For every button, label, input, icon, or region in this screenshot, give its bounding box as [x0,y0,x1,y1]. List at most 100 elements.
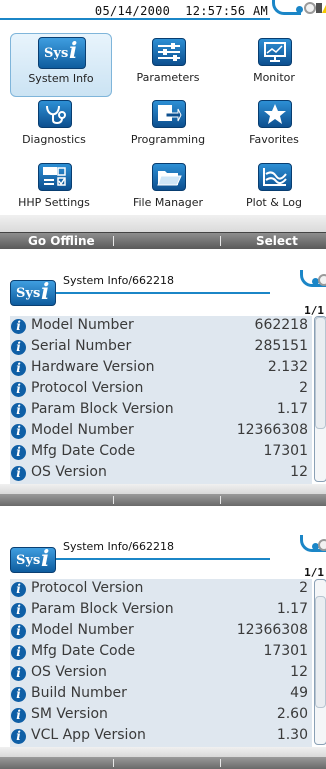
file-manager-icon [152,163,186,191]
item-value: 2.132 [267,359,308,375]
item-label: Build Number [31,685,127,701]
list-item[interactable]: i Protocol Version 2 [10,379,312,400]
info-icon: i [11,687,26,702]
tile-label: Favorites [249,133,299,146]
info-icon: i [11,466,26,481]
info-icon: i [11,403,26,418]
item-label: Param Block Version [31,601,174,617]
info-icon: i [11,319,26,334]
item-value: 1.30 [276,727,308,743]
status-icons [270,0,326,18]
tile-label: System Info [28,72,94,85]
list-item[interactable]: i Model Number 12366308 [10,421,312,442]
item-label: Mfg Date Code [31,443,136,459]
system-info-screen-2: Sys i System Info/662218 1/1 i Protocol V… [0,525,326,769]
item-value: 285151 [254,338,308,354]
main-menu-screen: 05/14/2000 12:57:56 AM Sys i System Info… [0,0,326,250]
scrollbar[interactable] [314,316,326,482]
softkey-bar [0,494,326,506]
tile-label: Parameters [136,71,200,84]
item-label: OS Version [31,464,107,480]
item-value: 2.60 [276,706,308,722]
softkey-bar: Go Offline Select [0,232,326,249]
item-label: Protocol Version [31,580,144,596]
select-softkey[interactable]: Select [256,234,298,248]
tile-file-manager[interactable]: File Manager [118,158,218,220]
tile-label: File Manager [132,196,204,209]
info-icon: i [11,340,26,355]
list-item[interactable]: i Model Number 12366308 [10,621,312,642]
tile-diagnostics[interactable]: Diagnostics [4,95,104,157]
item-label: Serial Number [31,338,132,354]
list-item[interactable]: i Serial Number 285151 [10,337,312,358]
list-item[interactable]: i Protocol Version 2 [10,579,312,600]
info-icon: i [11,729,26,744]
page-indicator: 1/1 [304,566,324,579]
key-icon [318,274,326,286]
tile-programming[interactable]: Programming [118,95,218,157]
info-icon: i [11,603,26,618]
item-value: 12366308 [236,622,308,638]
item-label: SM Version [31,706,108,722]
tile-favorites[interactable]: Favorites [224,95,324,157]
favorites-icon [258,100,292,128]
tile-hhp-settings[interactable]: HHP Settings [4,158,104,220]
info-icon: i [11,708,26,723]
info-icon: i [11,582,26,597]
item-label: VCL App Version [31,727,146,743]
item-label: Param Block Version [31,401,174,417]
item-label: Mfg Date Code [31,643,136,659]
item-value: 12366308 [236,422,308,438]
tile-label: Monitor [253,71,295,84]
list-item[interactable]: i Param Block Version 1.17 [10,600,312,621]
list-item[interactable]: i Hardware Version 2.132 [10,358,312,379]
info-icon: i [11,624,26,639]
list-item[interactable]: i VCL App Version 1.30 [10,726,312,747]
item-value: 2 [299,380,308,396]
monitor-icon [258,38,292,66]
tile-system-info[interactable]: Sys i System Info [10,33,112,97]
system-info-screen-1: Sys i System Info/662218 1/1 i Model Numb… [0,270,326,506]
info-list: i Protocol Version 2 i Param Block Version 1.… [10,579,312,747]
tile-parameters[interactable]: Parameters [118,33,218,95]
tile-plot-log[interactable]: Plot & Log [224,158,324,220]
list-item[interactable]: i Mfg Date Code 17301 [10,442,312,463]
list-item[interactable]: i Mfg Date Code 17301 [10,642,312,663]
tile-label: HHP Settings [18,196,90,209]
sys-info-icon: Sys i [10,279,56,306]
list-item[interactable]: i OS Version 12 [10,463,312,484]
scrollbar[interactable] [314,579,326,745]
parameters-icon [152,38,186,66]
sys-info-icon: Sys i [10,546,56,573]
item-value: 12 [290,664,308,680]
item-label: Model Number [31,317,134,333]
list-item[interactable]: i Param Block Version 1.17 [10,400,312,421]
info-icon: i [11,445,26,460]
scrollbar-thumb[interactable] [315,596,326,708]
softkey-bar [0,757,326,769]
datetime-display: 05/14/2000 12:57:56 AM [94,4,268,18]
item-value: 1.17 [276,601,308,617]
page-title: System Info/662218 [63,540,175,553]
item-value: 17301 [263,643,308,659]
info-icon: i [11,424,26,439]
list-item[interactable]: i Model Number 662218 [10,316,312,337]
item-label: Hardware Version [31,359,155,375]
info-icon: i [11,645,26,660]
tile-monitor[interactable]: Monitor [224,33,324,95]
programming-icon [152,100,186,128]
page-title: System Info/662218 [63,274,175,287]
sys-info-icon: Sys i [38,37,86,69]
list-item[interactable]: i Build Number 49 [10,684,312,705]
item-value: 49 [290,685,308,701]
go-offline-softkey[interactable]: Go Offline [28,234,95,248]
item-value: 17301 [263,443,308,459]
item-value: 12 [290,464,308,480]
scrollbar-thumb[interactable] [315,317,326,429]
info-icon: i [11,666,26,681]
item-label: Protocol Version [31,380,144,396]
key-icon [304,2,316,14]
list-item[interactable]: i SM Version 2.60 [10,705,312,726]
list-item[interactable]: i OS Version 12 [10,663,312,684]
status-icons [298,270,326,290]
